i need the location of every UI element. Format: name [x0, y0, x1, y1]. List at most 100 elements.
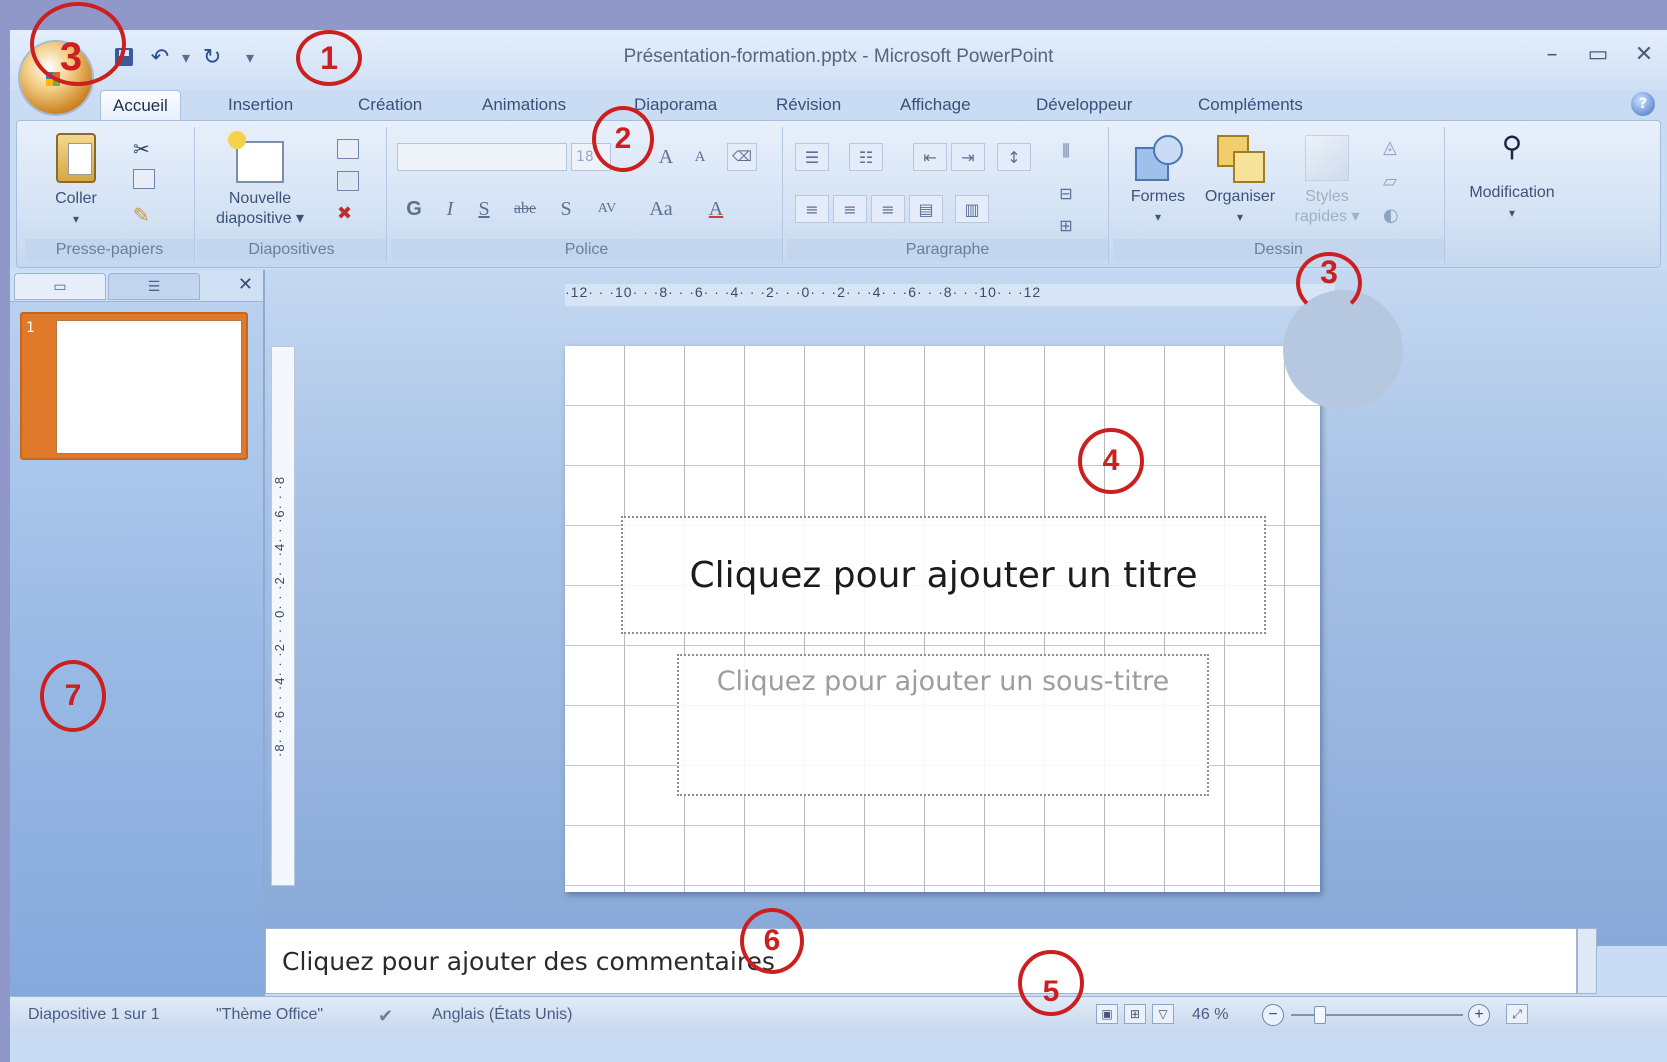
- shapes-icon: [1135, 135, 1183, 181]
- help-icon[interactable]: ?: [1631, 92, 1655, 116]
- group-label-presse-papiers: Presse-papiers: [25, 239, 194, 261]
- notes-pane[interactable]: Cliquez pour ajouter des commentaires: [265, 928, 1577, 994]
- new-slide-label-1: Nouvelle: [228, 190, 292, 207]
- tab-animations[interactable]: Animations: [470, 90, 578, 120]
- pane-tabs: ▭ ☰ ✕: [10, 270, 263, 302]
- quick-styles-button[interactable]: Styles rapides ▾: [1285, 135, 1369, 227]
- title-placeholder[interactable]: Cliquez pour ajouter un titre: [621, 516, 1266, 634]
- tab-insertion[interactable]: Insertion: [216, 90, 305, 120]
- title-bar: ↶ ▾ ↻ ▾ Présentation-formation.pptx - Mi…: [10, 30, 1667, 114]
- notes-scrollbar[interactable]: [1577, 928, 1597, 994]
- strikethrough-button[interactable]: abe: [505, 195, 545, 223]
- grow-font-button[interactable]: A: [651, 143, 681, 171]
- slideshow-view-button[interactable]: ▽: [1152, 1004, 1174, 1024]
- group-modification: ⚲ Modification ▾: [1449, 127, 1575, 263]
- copy-icon[interactable]: [133, 169, 155, 189]
- slide-thumbnail-number: 1: [26, 320, 35, 336]
- status-theme: "Thème Office": [216, 1006, 324, 1023]
- tab-developpeur[interactable]: Développeur: [1024, 90, 1144, 120]
- spellcheck-icon[interactable]: ✔: [378, 1006, 393, 1027]
- format-painter-icon[interactable]: ✎: [133, 203, 155, 227]
- maximize-button[interactable]: ▭: [1587, 42, 1609, 67]
- numbering-icon[interactable]: ☷: [849, 143, 883, 171]
- tab-revision[interactable]: Révision: [764, 90, 853, 120]
- paste-button[interactable]: Coller ▾: [41, 133, 111, 229]
- sorter-view-button[interactable]: ⊞: [1124, 1004, 1146, 1024]
- slide-thumbnail[interactable]: 1: [20, 312, 248, 460]
- shape-fill-icon[interactable]: ◬: [1383, 137, 1405, 158]
- tab-affichage[interactable]: Affichage: [888, 90, 983, 120]
- horizontal-ruler: ·12· · ·10· · ·8· · ·6· · ·4· · ·2· · ·0…: [565, 284, 1335, 306]
- zoom-in-button[interactable]: +: [1468, 1004, 1490, 1026]
- align-left-icon[interactable]: ≡: [795, 195, 829, 223]
- annotation-2: 2: [592, 106, 654, 172]
- font-color-button[interactable]: A: [701, 195, 731, 223]
- slides-tab[interactable]: ▭: [14, 273, 106, 300]
- annotation-4: 4: [1078, 428, 1144, 494]
- columns-icon[interactable]: ▥: [955, 195, 989, 223]
- group-label-police: Police: [391, 239, 782, 261]
- close-button[interactable]: ✕: [1633, 42, 1655, 67]
- bold-button[interactable]: G: [399, 195, 429, 223]
- powerpoint-window: ↶ ▾ ↻ ▾ Présentation-formation.pptx - Mi…: [10, 30, 1667, 1062]
- window-title: Présentation-formation.pptx - Microsoft …: [623, 46, 1054, 67]
- zoom-slider-thumb[interactable]: [1314, 1006, 1326, 1024]
- tab-creation[interactable]: Création: [346, 90, 434, 120]
- slide-thumbnail-preview: [56, 320, 242, 454]
- shape-effects-icon[interactable]: ◐: [1383, 205, 1405, 226]
- align-text-icon[interactable]: ⊟: [1049, 179, 1083, 207]
- arrange-dropdown-icon: ▾: [1236, 210, 1244, 224]
- new-slide-button[interactable]: Nouvelle diapositive ▾: [205, 131, 315, 229]
- justify-icon[interactable]: ▤: [909, 195, 943, 223]
- quick-styles-icon: [1305, 135, 1349, 181]
- shadow-button[interactable]: S: [551, 195, 581, 223]
- fit-window-button[interactable]: ⤢: [1506, 1004, 1528, 1024]
- new-slide-label-2[interactable]: diapositive ▾: [205, 209, 315, 229]
- editing-button[interactable]: ⚲ Modification ▾: [1449, 131, 1575, 223]
- subtitle-placeholder[interactable]: Cliquez pour ajouter un sous-titre: [677, 654, 1209, 796]
- group-paragraphe: ☰ ☷ ⇤ ⇥ ↕ ⫼ ≡ ≡ ≡ ▤ ▥ ⊟ ⊞ Paragraphe: [787, 127, 1109, 263]
- smartart-icon[interactable]: ⊞: [1049, 211, 1083, 239]
- change-case-button[interactable]: Aa: [641, 195, 681, 223]
- zoom-out-button[interactable]: −: [1262, 1004, 1284, 1026]
- clear-format-icon[interactable]: ⌫: [727, 143, 757, 171]
- outline-tab[interactable]: ☰: [108, 273, 200, 300]
- cut-icon[interactable]: ✂: [133, 137, 155, 161]
- arrange-label: Organiser: [1204, 188, 1276, 205]
- tab-complements[interactable]: Compléments: [1186, 90, 1315, 120]
- minimize-button[interactable]: –: [1541, 42, 1563, 67]
- group-police: 18 A A ⌫ G I S abe S AV Aa A Police: [391, 127, 783, 263]
- char-spacing-button[interactable]: AV: [587, 195, 627, 223]
- shapes-label: Formes: [1130, 188, 1186, 205]
- align-right-icon[interactable]: ≡: [871, 195, 905, 223]
- increase-indent-icon[interactable]: ⇥: [951, 143, 985, 171]
- shrink-font-button[interactable]: A: [685, 143, 715, 171]
- zoom-level[interactable]: 46 %: [1192, 1006, 1228, 1024]
- arrange-icon: [1217, 135, 1265, 183]
- slide-canvas[interactable]: Cliquez pour ajouter un titre Cliquez po…: [565, 346, 1320, 892]
- decrease-indent-icon[interactable]: ⇤: [913, 143, 947, 171]
- font-name-select[interactable]: [397, 143, 567, 171]
- underline-button[interactable]: S: [469, 195, 499, 223]
- delete-slide-icon[interactable]: ✖: [337, 203, 359, 224]
- line-spacing-icon[interactable]: ↕: [997, 143, 1031, 171]
- status-bar: Diapositive 1 sur 1 "Thème Office" ✔ Ang…: [10, 996, 1667, 1032]
- group-label-diapositives: Diapositives: [197, 239, 386, 261]
- italic-button[interactable]: I: [435, 195, 465, 223]
- layout-icon[interactable]: [337, 139, 359, 159]
- arrange-button[interactable]: Organiser ▾: [1195, 135, 1285, 227]
- binoculars-icon: ⚲: [1501, 131, 1523, 162]
- group-dessin: Formes ▾ Organiser ▾ Styles rapides ▾ ◬ …: [1113, 127, 1445, 263]
- tab-accueil[interactable]: Accueil: [100, 90, 181, 120]
- text-direction-icon[interactable]: ⫼: [1049, 137, 1083, 165]
- shape-outline-icon[interactable]: ▱: [1383, 171, 1405, 192]
- shapes-button[interactable]: Formes ▾: [1121, 135, 1195, 227]
- editing-dropdown-icon: ▾: [1508, 206, 1516, 220]
- annotation-3-office-button: 3: [30, 2, 126, 86]
- align-center-icon[interactable]: ≡: [833, 195, 867, 223]
- normal-view-button[interactable]: ▣: [1096, 1004, 1118, 1024]
- pane-close-icon[interactable]: ✕: [238, 274, 253, 295]
- group-presse-papiers: Coller ▾ ✂ ✎ Presse-papiers: [25, 127, 195, 263]
- bullets-icon[interactable]: ☰: [795, 143, 829, 171]
- reset-icon[interactable]: [337, 171, 359, 191]
